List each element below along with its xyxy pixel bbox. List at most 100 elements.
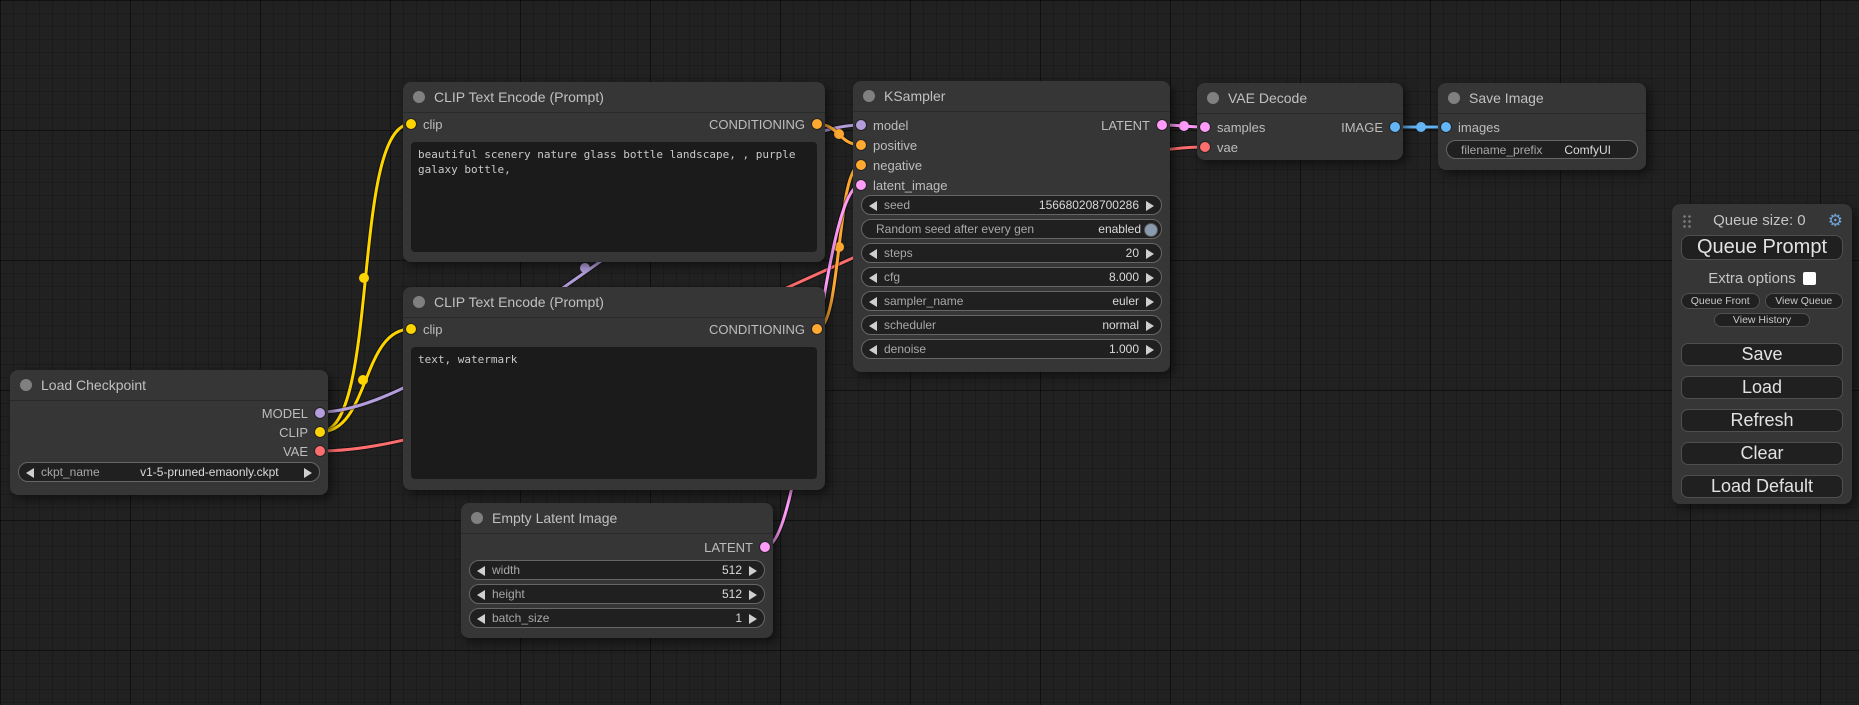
clear-button[interactable]: Clear (1681, 442, 1843, 465)
arrow-left-icon[interactable] (477, 566, 485, 576)
widget-name: scheduler (884, 318, 936, 332)
arrow-right-icon[interactable] (1146, 201, 1154, 211)
negative-prompt-textarea[interactable]: text, watermark (411, 347, 817, 479)
vae-port-icon[interactable] (315, 446, 325, 456)
cfg-widget[interactable]: cfg 8.000 (861, 267, 1162, 287)
image-port-icon[interactable] (1441, 122, 1451, 132)
arrow-left-icon[interactable] (869, 273, 877, 283)
arrow-right-icon[interactable] (749, 566, 757, 576)
widget-name: sampler_name (884, 294, 963, 308)
collapse-dot-icon[interactable] (413, 296, 425, 308)
queue-small-buttons: Queue Front View Queue (1681, 293, 1843, 309)
arrow-right-icon[interactable] (749, 614, 757, 624)
output-slot-latent: LATENT (461, 537, 773, 557)
image-port-icon[interactable] (1390, 122, 1400, 132)
arrow-left-icon[interactable] (477, 590, 485, 600)
widget-value: normal (1102, 318, 1139, 332)
arrow-left-icon[interactable] (26, 468, 34, 478)
clip-port-icon[interactable] (315, 427, 325, 437)
node-title-bar[interactable]: VAE Decode (1197, 83, 1403, 114)
collapse-dot-icon[interactable] (1448, 92, 1460, 104)
output-slot-clip: CLIP (10, 422, 328, 442)
gear-icon[interactable]: ⚙ (1828, 212, 1843, 229)
extra-options-checkbox[interactable] (1803, 272, 1816, 285)
node-title-bar[interactable]: Save Image (1438, 83, 1646, 114)
conditioning-port-icon[interactable] (856, 140, 866, 150)
queue-front-button[interactable]: Queue Front (1681, 293, 1760, 309)
arrow-left-icon[interactable] (869, 249, 877, 259)
conditioning-port-icon[interactable] (812, 324, 822, 334)
output-slot-conditioning: CONDITIONING (403, 114, 825, 134)
arrow-right-icon[interactable] (1146, 273, 1154, 283)
link-dot (359, 273, 369, 283)
node-title-bar[interactable]: KSampler (853, 81, 1170, 112)
arrow-right-icon[interactable] (749, 590, 757, 600)
collapse-dot-icon[interactable] (1207, 92, 1219, 104)
extra-options-row: Extra options (1681, 270, 1843, 286)
node-load-checkpoint[interactable]: Load Checkpoint MODEL CLIP VAE ckpt_name… (10, 370, 328, 495)
collapse-dot-icon[interactable] (863, 90, 875, 102)
denoise-widget[interactable]: denoise 1.000 (861, 339, 1162, 359)
latent-port-icon[interactable] (856, 180, 866, 190)
arrow-left-icon[interactable] (869, 321, 877, 331)
toggle-circle-icon[interactable] (1144, 223, 1158, 237)
view-queue-button[interactable]: View Queue (1765, 293, 1844, 309)
steps-widget[interactable]: steps 20 (861, 243, 1162, 263)
arrow-right-icon[interactable] (1146, 249, 1154, 259)
arrow-right-icon[interactable] (1146, 321, 1154, 331)
latent-port-icon[interactable] (1157, 120, 1167, 130)
arrow-right-icon[interactable] (1146, 297, 1154, 307)
save-button[interactable]: Save (1681, 343, 1843, 366)
seed-widget[interactable]: seed 156680208700286 (861, 195, 1162, 215)
collapse-dot-icon[interactable] (413, 91, 425, 103)
ckpt-name-widget[interactable]: ckpt_name v1-5-pruned-emaonly.ckpt (18, 462, 320, 482)
load-button[interactable]: Load (1681, 376, 1843, 399)
arrow-right-icon[interactable] (1146, 345, 1154, 355)
node-save-image[interactable]: Save Image images filename_prefix ComfyU… (1438, 83, 1646, 170)
collapse-dot-icon[interactable] (471, 512, 483, 524)
input-slot-positive: positive (853, 135, 1170, 155)
height-widget[interactable]: height 512 (469, 584, 765, 604)
node-empty-latent-image[interactable]: Empty Latent Image LATENT width 512 heig… (461, 503, 773, 638)
node-clip-text-encode-positive[interactable]: CLIP Text Encode (Prompt) clip CONDITION… (403, 82, 825, 262)
queue-prompt-button[interactable]: Queue Prompt (1681, 235, 1843, 260)
random-seed-toggle-widget[interactable]: Random seed after every gen enabled (861, 219, 1162, 239)
node-title-bar[interactable]: Empty Latent Image (461, 503, 773, 534)
conditioning-port-icon[interactable] (856, 160, 866, 170)
node-title-bar[interactable]: CLIP Text Encode (Prompt) (403, 82, 825, 113)
arrow-left-icon[interactable] (477, 614, 485, 624)
slot-label: MODEL (262, 406, 308, 421)
widget-value: 1.000 (1109, 342, 1139, 356)
scheduler-widget[interactable]: scheduler normal (861, 315, 1162, 335)
filename-prefix-widget[interactable]: filename_prefix ComfyUI (1446, 140, 1638, 159)
sampler-name-widget[interactable]: sampler_name euler (861, 291, 1162, 311)
output-slot-latent: LATENT (853, 115, 1170, 135)
node-title-bar[interactable]: CLIP Text Encode (Prompt) (403, 287, 825, 318)
width-widget[interactable]: width 512 (469, 560, 765, 580)
view-history-button[interactable]: View History (1714, 313, 1810, 327)
node-ksampler[interactable]: KSampler model LATENT positive negative … (853, 81, 1170, 372)
latent-port-icon[interactable] (760, 542, 770, 552)
widget-value: v1-5-pruned-emaonly.ckpt (140, 465, 279, 479)
arrow-left-icon[interactable] (869, 345, 877, 355)
node-vae-decode[interactable]: VAE Decode samples IMAGE vae (1197, 83, 1403, 160)
widget-value: 1 (735, 611, 742, 625)
link-dot (580, 263, 590, 273)
node-clip-text-encode-negative[interactable]: CLIP Text Encode (Prompt) clip CONDITION… (403, 287, 825, 490)
arrow-right-icon[interactable] (304, 468, 312, 478)
collapse-dot-icon[interactable] (20, 379, 32, 391)
positive-prompt-textarea[interactable]: beautiful scenery nature glass bottle la… (411, 142, 817, 252)
link-clip-to-negative-prompt (320, 329, 411, 432)
load-default-button[interactable]: Load Default (1681, 475, 1843, 498)
arrow-left-icon[interactable] (869, 297, 877, 307)
vae-port-icon[interactable] (1200, 142, 1210, 152)
refresh-button[interactable]: Refresh (1681, 409, 1843, 432)
conditioning-port-icon[interactable] (812, 119, 822, 129)
widget-value: 512 (722, 563, 742, 577)
input-slot-images: images (1438, 117, 1646, 137)
node-title-bar[interactable]: Load Checkpoint (10, 370, 328, 401)
drag-handle-icon[interactable] (1681, 213, 1691, 229)
batch-size-widget[interactable]: batch_size 1 (469, 608, 765, 628)
arrow-left-icon[interactable] (869, 201, 877, 211)
model-port-icon[interactable] (315, 408, 325, 418)
